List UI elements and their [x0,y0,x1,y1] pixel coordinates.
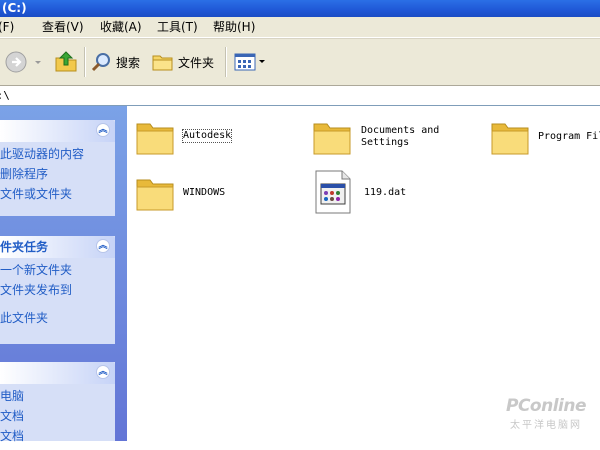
task-link[interactable]: 此驱动器的内容 [0,144,115,164]
file-name: Autodesk [181,129,233,143]
folders-icon [152,55,173,71]
search-icon [91,53,110,72]
place-link[interactable]: 文档 [0,426,115,446]
watermark: PConline 太平洋电脑网 [505,396,587,431]
collapse-chevron-icon[interactable]: ︽ [96,365,110,379]
file-item[interactable]: WINDOWS [135,174,225,212]
place-link[interactable]: 文档 [0,406,115,426]
menu-bar: 件(F) 查看(V) 收藏(A) 工具(T) 帮助(H) [0,17,600,38]
task-link[interactable]: 文件夹发布到 [0,280,115,300]
up-folder-button[interactable] [54,49,78,73]
task-link[interactable]: 文件或文件夹 [0,184,115,204]
collapse-chevron-icon[interactable]: ︽ [96,239,110,253]
toolbar: 搜索 文件夹 [0,38,600,86]
file-list: Autodesk Documents and Settings Program … [127,106,600,441]
file-icon [315,170,351,214]
file-item[interactable]: 119.dat [314,170,406,214]
task-link[interactable]: 此文件夹 [0,308,115,328]
chevron-down-icon [35,61,41,64]
file-name: WINDOWS [183,187,226,198]
chevron-down-icon [259,60,265,63]
address-path: C:\ [0,89,10,102]
address-bar[interactable]: C:\ [0,86,600,106]
task-link[interactable]: 删除程序 [0,164,115,184]
views-button[interactable] [234,53,266,71]
folders-button[interactable]: 文件夹 [152,52,214,72]
file-item[interactable]: Program Fil [490,118,600,156]
search-button[interactable]: 搜索 [90,51,140,73]
file-item[interactable]: Documents and Settings [312,118,439,156]
menu-view[interactable]: 查看(V) [42,20,84,35]
search-label: 搜索 [116,55,141,70]
watermark-brand: PConline [505,396,587,416]
panel-header[interactable]: ︽ [0,120,115,142]
collapse-chevron-icon[interactable]: ︽ [96,123,110,137]
forward-button[interactable] [5,51,43,73]
folder-icon [313,123,351,155]
menu-help[interactable]: 帮助(H) [213,20,255,35]
file-item[interactable]: Autodesk [135,118,233,156]
menu-favorites[interactable]: 收藏(A) [100,20,142,35]
file-name: Documents and Settings [361,125,440,148]
other-places-panel: ︽ 电脑 文档 文档 [0,362,115,443]
folder-icon [491,123,529,155]
up-folder-icon [55,51,77,72]
task-link[interactable]: 一个新文件夹 [0,260,115,280]
place-link[interactable]: 电脑 [0,386,115,406]
folders-label: 文件夹 [178,55,215,70]
file-name: Program Fil [538,131,600,142]
menu-file[interactable]: 件(F) [0,20,14,35]
system-tasks-panel: ︽ 此驱动器的内容 删除程序 文件或文件夹 [0,120,115,216]
panel-header[interactable]: 件夹任务 ︽ [0,236,115,258]
views-icon [234,53,256,71]
folder-icon [136,123,174,155]
menu-tools[interactable]: 工具(T) [157,20,198,35]
folder-tasks-panel: 件夹任务 ︽ 一个新文件夹 文件夹发布到 此文件夹 [0,236,115,344]
watermark-sub: 太平洋电脑网 [509,420,582,431]
forward-arrow-icon [5,51,27,73]
file-name: 119.dat [364,187,407,198]
task-pane: ︽ 此驱动器的内容 删除程序 文件或文件夹 件夹任务 ︽ 一个新文件夹 文件夹发… [0,106,127,443]
folder-icon [136,179,174,211]
panel-title: 件夹任务 [0,240,49,254]
window-title: (C:) [2,1,27,15]
title-bar: (C:) [0,0,600,17]
panel-header[interactable]: ︽ [0,362,115,384]
